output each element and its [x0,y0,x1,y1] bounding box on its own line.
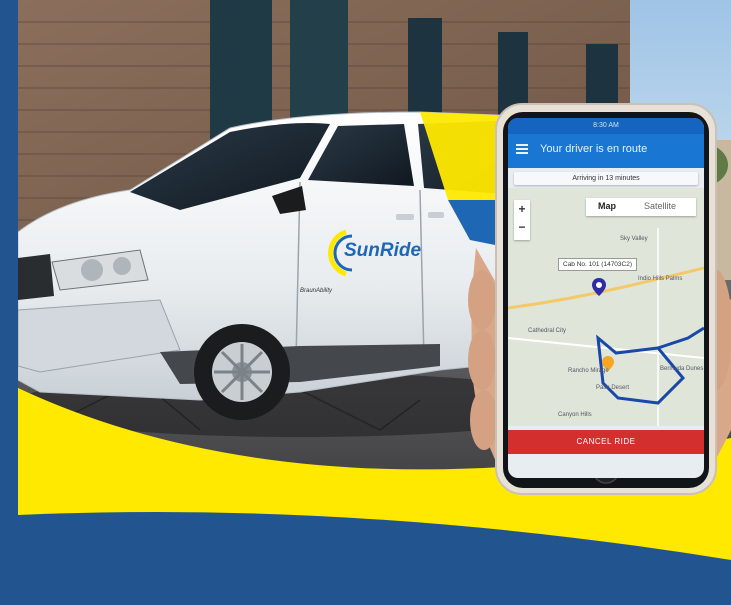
window [290,0,348,130]
map-label-palm-desert: Palm Desert [596,385,630,391]
finger [470,390,498,450]
window [210,0,272,140]
app-bar-title: Your driver is en route [540,143,648,155]
map-view[interactable]: + − Map Satellite Cab No. 101 (14703C2) … [508,188,704,426]
cancel-ride-label: CANCEL RIDE [576,437,636,446]
status-time: 8:30 AM [593,122,619,129]
window [408,18,442,128]
logo-text: SunRide [344,240,422,261]
arrival-text: Arriving in 13 minutes [572,175,640,182]
zoom-in-button[interactable]: + [514,200,530,218]
map-label-bermuda-dunes: Bermuda Dunes [660,366,704,372]
map-label-canyon-hills: Canyon Hills [558,412,592,418]
app-bar: Your driver is en route [508,134,704,168]
scene: SunRide BraunAbility 8:30 AM Your driver… [0,0,731,605]
sunride-logo: SunRide [328,228,422,278]
arrival-banner: Arriving in 13 minutes [514,172,698,185]
van-badge: BraunAbility [300,288,333,294]
map-label-cathedral-city: Cathedral City [528,328,567,334]
cancel-ride-button[interactable]: CANCEL RIDE [508,430,704,454]
map-label-rancho-mirage: Rancho Mirage [568,368,609,374]
finger [468,270,496,330]
status-bar: 8:30 AM [508,118,704,134]
zoom-out-button[interactable]: − [514,218,530,236]
cab-info-label[interactable]: Cab No. 101 (14703C2) [558,258,638,271]
map-label-indio-hills: Indio Hills Palms [638,276,683,282]
cab-location-pin-icon[interactable] [592,278,606,296]
finger [468,330,496,390]
satellite-tab[interactable]: Satellite [644,201,676,211]
map-tab[interactable]: Map [598,201,616,211]
map-label-sky-valley: Sky Valley [620,236,648,242]
zoom-control: + − [514,200,530,240]
cab-label-text: Cab No. 101 (14703C2) [563,261,633,268]
phone-screen: 8:30 AM Your driver is en route Arriving… [508,118,704,478]
menu-icon[interactable] [516,144,528,154]
map-type-toggle: Map Satellite [586,198,696,216]
